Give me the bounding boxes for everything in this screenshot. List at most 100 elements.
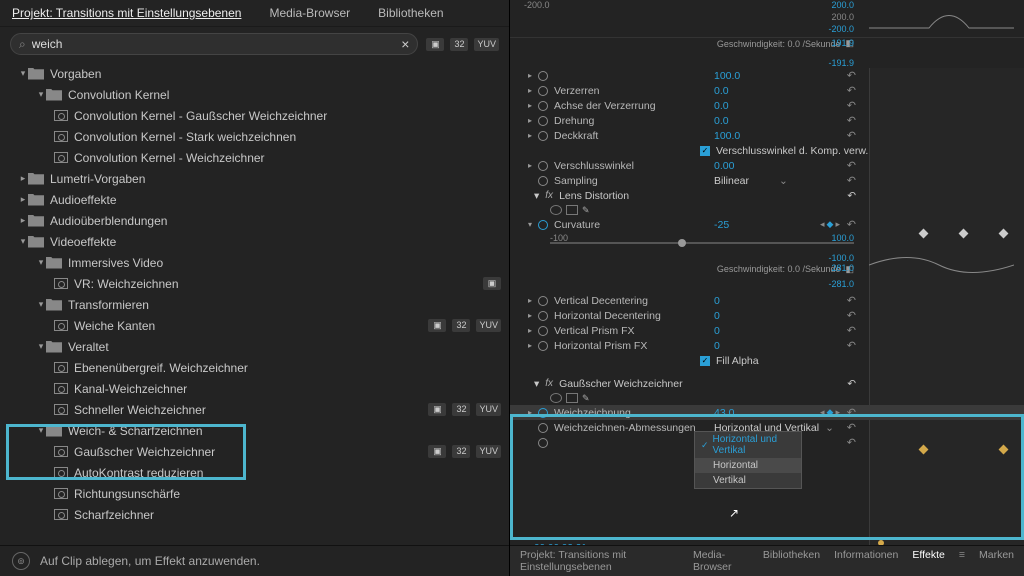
preset-kanal[interactable]: Kanal-Weichzeichner [0,378,509,399]
preset-autokontrast[interactable]: AutoKontrast reduzieren [0,462,509,483]
tab-marks[interactable]: Marken [979,549,1014,573]
badge-32bit[interactable]: 32 [450,38,468,51]
reset-icon[interactable]: ↶ [847,421,856,434]
search-clear-icon[interactable]: × [401,36,409,52]
preset-richtung[interactable]: Richtungsunschärfe [0,483,509,504]
mask-pen-icon[interactable]: ✎ [582,205,590,216]
prop-drehung[interactable]: ▸Drehung0.0↶ [510,113,1024,128]
folder-convolution-kernel[interactable]: ▾Convolution Kernel [0,84,509,105]
folder-immersive[interactable]: ▾Immersives Video [0,252,509,273]
tab-media-browser[interactable]: Media-Browser [269,4,350,22]
badge-accelerated-icon[interactable]: ▣ [426,38,444,51]
tab-libraries[interactable]: Bibliotheken [378,4,443,22]
reset-icon[interactable]: ↶ [847,218,856,231]
search-box[interactable]: ⌕ × [10,33,418,55]
stopwatch-icon[interactable] [538,326,548,336]
keyframe-nav[interactable]: ◂ ◆ ▸ [820,219,840,230]
preset-conv-weich[interactable]: Convolution Kernel - Weichzeichner [0,147,509,168]
checkbox-icon[interactable]: ✓ [700,356,710,366]
prop-unnamed[interactable]: ▸100.0↶ [510,68,1024,83]
stopwatch-icon[interactable] [538,71,548,81]
mask-ellipse-icon[interactable] [550,393,562,403]
tab-info[interactable]: Informationen [834,549,898,573]
curvature-slider[interactable] [550,242,854,244]
dropdown-option[interactable]: Horizontal [695,458,801,473]
preset-schneller[interactable]: Schneller Weichzeichner▣32YUV [0,399,509,420]
prop-weichzeichnung[interactable]: ▸Weichzeichnung43.0◂ ◆ ▸↶ [510,405,1024,420]
property-list[interactable]: ▸100.0↶ ▸Verzerren0.0↶ ▸Achse der Verzer… [510,68,1024,576]
reset-icon[interactable]: ↶ [847,309,856,322]
stopwatch-icon[interactable] [538,423,548,433]
prop-vert-prism[interactable]: ▸Vertical Prism FX0↶ [510,323,1024,338]
checkbox-icon[interactable]: ✓ [700,146,710,156]
reset-icon[interactable]: ↶ [847,378,856,390]
curvature-range[interactable]: -100100.0 [510,232,1024,243]
mask-rect-icon[interactable] [566,393,578,403]
reset-icon[interactable]: ↶ [847,436,856,449]
stopwatch-icon[interactable] [538,101,548,111]
folder-videofx[interactable]: ▾Videoeffekte [0,231,509,252]
slider-knob[interactable] [678,239,686,247]
badge-yuv[interactable]: YUV [474,38,499,51]
prop-deckkraft[interactable]: ▸Deckkraft100.0↶ [510,128,1024,143]
prop-vert-decent[interactable]: ▸Vertical Decentering0↶ [510,293,1024,308]
prop-achse[interactable]: ▸Achse der Verzerrung0.0↶ [510,98,1024,113]
reset-icon[interactable]: ↶ [847,69,856,82]
chevron-down-icon[interactable]: ⌄ [779,175,788,187]
stopwatch-icon[interactable] [538,176,548,186]
reset-icon[interactable]: ↶ [847,339,856,352]
folder-veraltet[interactable]: ▾Veraltet [0,336,509,357]
chevron-down-icon[interactable]: ⌄ [825,422,834,434]
folder-weich-scharf[interactable]: ▾Weich- & Scharfzeichnen [0,420,509,441]
stopwatch-icon[interactable] [538,131,548,141]
preset-conv-stark[interactable]: Convolution Kernel - Stark weichzeichnen [0,126,509,147]
stopwatch-icon[interactable] [538,438,548,448]
preset-scharf[interactable]: Scharfzeichner [0,504,509,525]
stopwatch-icon[interactable] [538,161,548,171]
prop-curvature[interactable]: ▾Curvature-25◂ ◆ ▸↶ [510,217,1024,232]
reset-icon[interactable]: ↶ [847,129,856,142]
mask-rect-icon[interactable] [566,205,578,215]
tab-media-browser[interactable]: Media-Browser [693,549,749,573]
preset-vr-weich[interactable]: VR: Weichzeichnen▣ [0,273,509,294]
preset-gauss[interactable]: Gaußscher Weichzeichner▣32YUV [0,441,509,462]
stopwatch-icon[interactable] [538,408,548,418]
reset-icon[interactable]: ↶ [847,84,856,97]
prop-sampling[interactable]: SamplingBilinear⌄↶ [510,173,1024,188]
reset-icon[interactable]: ↶ [847,406,856,419]
preset-conv-gauss[interactable]: Convolution Kernel - Gaußscher Weichzeic… [0,105,509,126]
reset-icon[interactable]: ↶ [847,324,856,337]
reset-icon[interactable]: ↶ [847,159,856,172]
reset-icon[interactable]: ↶ [847,99,856,112]
blur-dimensions-dropdown[interactable]: ✓Horizontal und Vertikal Horizontal Vert… [694,431,802,489]
preset-ebenen[interactable]: Ebenenübergreif. Weichzeichner [0,357,509,378]
reset-icon[interactable]: ↶ [847,114,856,127]
dropdown-option[interactable]: Vertikal [695,473,801,488]
stopwatch-icon[interactable] [538,296,548,306]
prop-horiz-prism[interactable]: ▸Horizontal Prism FX0↶ [510,338,1024,353]
prop-verzerren[interactable]: ▸Verzerren0.0↶ [510,83,1024,98]
mask-pen-icon[interactable]: ✎ [582,393,590,404]
prop-weich-dim[interactable]: Weichzeichnen-AbmessungenHorizontal und … [510,420,1024,435]
tab-project[interactable]: Projekt: Transitions mit Einstellungsebe… [520,549,679,573]
prop-verschluss[interactable]: ▸Verschlusswinkel0.00↶ [510,158,1024,173]
preset-weiche-kanten[interactable]: Weiche Kanten▣32YUV [0,315,509,336]
folder-lumetri[interactable]: ▸Lumetri-Vorgaben [0,168,509,189]
tab-effects[interactable]: Effekte [912,549,945,573]
tab-project[interactable]: Projekt: Transitions mit Einstellungsebe… [12,4,241,22]
stopwatch-icon[interactable] [538,86,548,96]
stopwatch-icon[interactable] [538,116,548,126]
reset-icon[interactable]: ↶ [847,294,856,307]
keyframe-nav[interactable]: ◂ ◆ ▸ [820,407,840,418]
folder-audiofx[interactable]: ▸Audioeffekte [0,189,509,210]
effects-tree[interactable]: ▾Vorgaben ▾Convolution Kernel Convolutio… [0,61,509,545]
search-input[interactable] [32,37,402,51]
reset-icon[interactable]: ↶ [847,190,856,202]
stopwatch-icon[interactable] [538,220,548,230]
mask-ellipse-icon[interactable] [550,205,562,215]
stopwatch-icon[interactable] [538,311,548,321]
folder-transform[interactable]: ▾Transformieren [0,294,509,315]
panel-menu-icon[interactable]: ≡ [959,549,965,573]
folder-vorgaben[interactable]: ▾Vorgaben [0,63,509,84]
prop-horiz-decent[interactable]: ▸Horizontal Decentering0↶ [510,308,1024,323]
